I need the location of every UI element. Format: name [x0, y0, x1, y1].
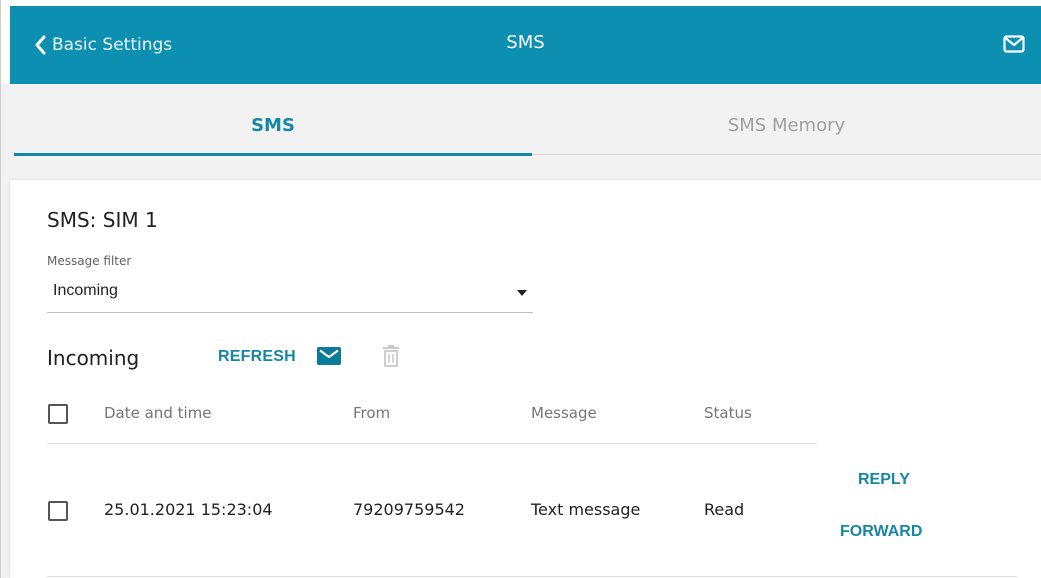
message-filter-label: Message filter — [47, 254, 132, 268]
column-header-date: Date and time — [104, 404, 212, 422]
tab-sms[interactable]: SMS — [14, 98, 532, 153]
column-header-status: Status — [704, 404, 752, 422]
dropdown-arrow-icon — [517, 290, 527, 296]
list-title: Incoming — [47, 346, 140, 370]
table-row-divider — [47, 576, 1017, 577]
message-filter-value: Incoming — [53, 282, 118, 299]
section-title: SMS: SIM 1 — [47, 208, 158, 232]
page-title: SMS — [506, 32, 545, 53]
row-date: 25.01.2021 15:23:04 — [104, 500, 273, 519]
refresh-button[interactable]: REFRESH — [218, 348, 296, 366]
tab-bar: SMS SMS Memory — [14, 98, 1041, 156]
forward-button[interactable]: FORWARD — [840, 523, 922, 541]
trash-icon[interactable] — [382, 344, 400, 373]
sms-card: SMS: SIM 1 Message filter Incoming Incom… — [10, 180, 1041, 578]
tab-sms-memory[interactable]: SMS Memory — [532, 98, 1041, 153]
row-status: Read — [704, 500, 745, 519]
message-filter-select[interactable]: Incoming — [47, 276, 533, 313]
mail-icon[interactable] — [1003, 35, 1025, 58]
row-checkbox[interactable] — [48, 501, 68, 521]
row-message: Text message — [531, 500, 641, 519]
top-app-bar: Basic Settings SMS — [10, 6, 1041, 84]
active-tab-indicator — [14, 153, 532, 156]
select-all-checkbox[interactable] — [48, 404, 68, 424]
table-header-divider — [47, 443, 817, 444]
mail-icon[interactable] — [317, 347, 341, 370]
row-from: 79209759542 — [353, 500, 465, 519]
column-header-from: From — [353, 404, 391, 422]
column-header-message: Message — [531, 404, 597, 422]
reply-button[interactable]: REPLY — [858, 471, 910, 489]
